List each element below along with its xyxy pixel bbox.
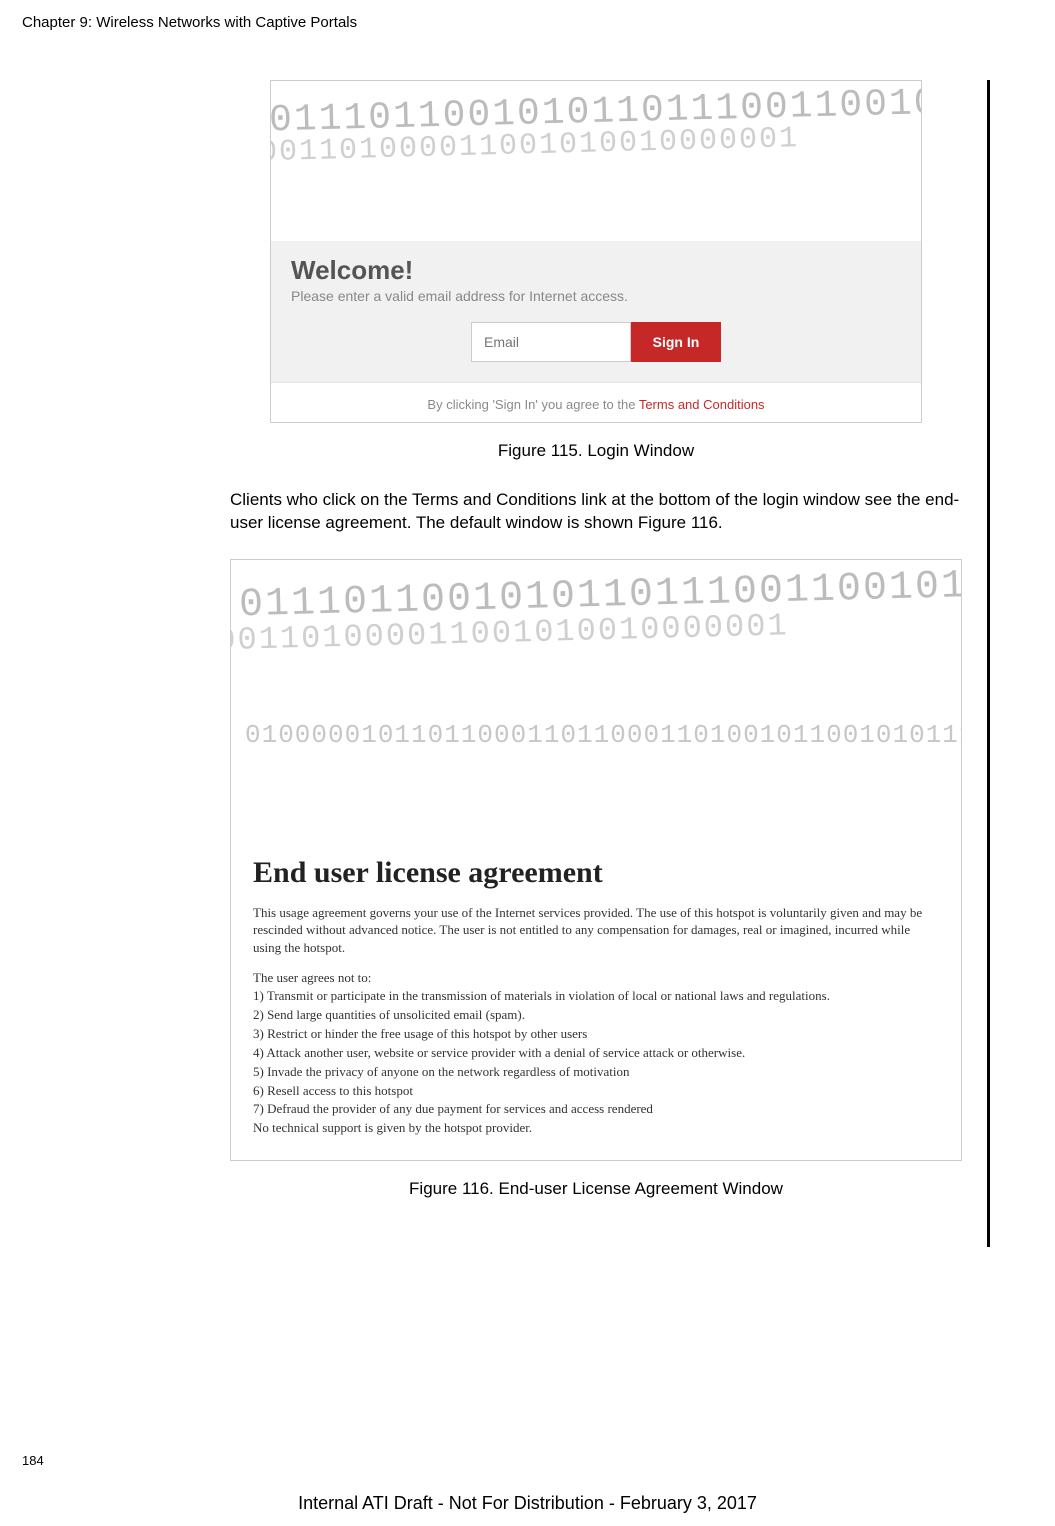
welcome-subtitle: Please enter a valid email address for I… xyxy=(291,288,901,304)
figure-116-caption: Figure 116. End-user License Agreement W… xyxy=(230,1179,962,1199)
terms-prefix: By clicking 'Sign In' you agree to the xyxy=(427,397,638,412)
eula-list-item: 4) Attack another user, website or servi… xyxy=(253,1044,939,1063)
eula-list-item: 6) Resell access to this hotspot xyxy=(253,1082,939,1101)
eula-banner: 0111011001010110111001100101 00011010000… xyxy=(231,560,961,840)
body-paragraph: Clients who click on the Terms and Condi… xyxy=(230,489,962,535)
eula-list-item: 3) Restrict or hinder the free usage of … xyxy=(253,1025,939,1044)
eula-list-item: 7) Defraud the provider of any due payme… xyxy=(253,1100,939,1119)
terms-and-conditions-link[interactable]: Terms and Conditions xyxy=(639,397,765,412)
eula-list-item: 1) Transmit or participate in the transm… xyxy=(253,987,939,1006)
footer-text: Internal ATI Draft - Not For Distributio… xyxy=(0,1493,1055,1514)
welcome-block: Welcome! Please enter a valid email addr… xyxy=(271,241,921,382)
eula-window-figure: 0111011001010110111001100101 00011010000… xyxy=(230,559,962,1161)
eula-tail: No technical support is given by the hot… xyxy=(253,1119,939,1138)
figure-115-caption: Figure 115. Login Window xyxy=(230,441,962,461)
login-window-figure: 0111011001010110111001100101 00011010000… xyxy=(270,80,922,423)
chapter-header: Chapter 9: Wireless Networks with Captiv… xyxy=(22,14,357,31)
eula-list-item: 5) Invade the privacy of anyone on the n… xyxy=(253,1063,939,1082)
terms-line: By clicking 'Sign In' you agree to the T… xyxy=(271,382,921,422)
eula-list: The user agrees not to: 1) Transmit or p… xyxy=(253,969,939,1139)
content-column: 0111011001010110111001100101 00011010000… xyxy=(230,80,990,1247)
email-field[interactable] xyxy=(471,322,631,362)
login-form-row: Sign In xyxy=(291,322,901,362)
eula-list-item: 2) Send large quantities of unsolicited … xyxy=(253,1006,939,1025)
eula-title: End user license agreement xyxy=(253,856,939,890)
welcome-title: Welcome! xyxy=(291,255,901,286)
sign-in-button[interactable]: Sign In xyxy=(631,322,721,362)
eula-body: End user license agreement This usage ag… xyxy=(231,840,961,1160)
eula-list-intro: The user agrees not to: xyxy=(253,969,939,988)
page-number: 184 xyxy=(22,1453,44,1468)
login-banner: 0111011001010110111001100101 00011010000… xyxy=(271,81,921,241)
eula-intro-paragraph: This usage agreement governs your use of… xyxy=(253,904,939,957)
binary-decor: 0100000101101100011011000110100101100101… xyxy=(245,720,951,750)
